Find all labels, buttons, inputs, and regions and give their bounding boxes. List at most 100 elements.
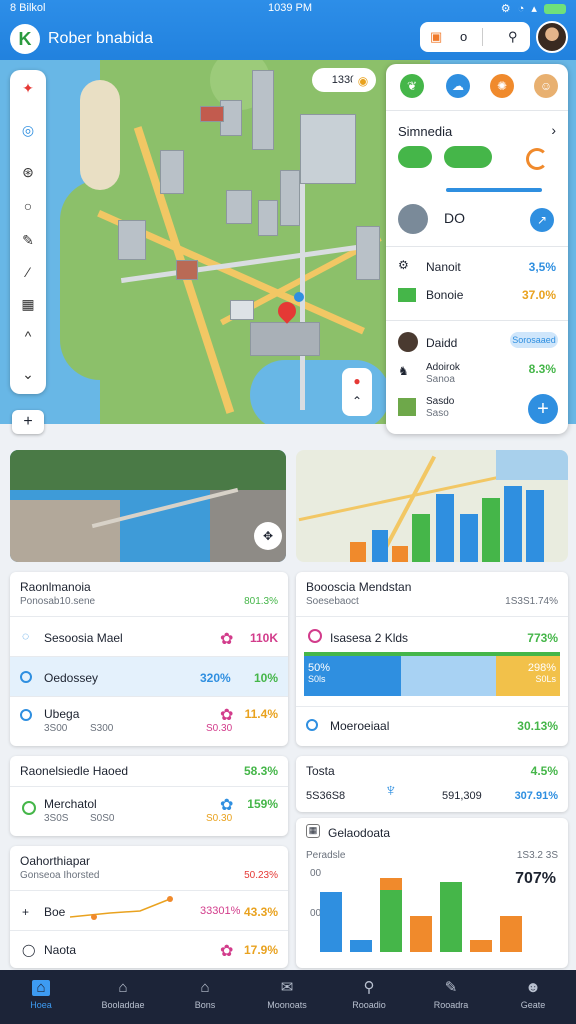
nav-item-6[interactable]: ✎ Rooadra — [410, 970, 492, 1024]
nav-item-4[interactable]: ✉ Moonoats — [246, 970, 328, 1024]
sun-icon[interactable]: ✺ — [490, 74, 514, 98]
toggle-switch[interactable] — [398, 146, 432, 168]
panel-item-value: 3,5% — [528, 260, 556, 274]
grid-icon[interactable]: ▦ — [18, 294, 38, 314]
list-item[interactable]: ◯ Naota ✿ 17.9% — [10, 930, 288, 968]
contact-avatar — [398, 332, 418, 352]
card-title: Raonlmanoia — [20, 580, 91, 594]
search-icon[interactable]: ⚲ — [508, 29, 518, 45]
card-title: Tosta — [306, 764, 335, 778]
bar-1-s1 — [320, 892, 342, 952]
draw-icon[interactable]: ✎ — [18, 230, 38, 250]
divider — [386, 246, 568, 247]
fullscreen-icon[interactable]: ✥ — [254, 522, 282, 550]
card-subvalue: 801.3% — [244, 596, 278, 607]
total-a: 5S36S8 — [306, 790, 346, 802]
status-icons: ⚙ ◔ ▴ — [501, 2, 566, 15]
row-label: Oedossey — [44, 671, 99, 685]
divider — [386, 110, 568, 111]
chevron-up-icon[interactable]: ^ — [18, 326, 38, 346]
nav-icon: ⌂ — [200, 979, 210, 996]
progress-ring — [526, 148, 548, 170]
list-item[interactable]: Merchatol 3S0S S0S0 ✿ 159% S0.30 — [10, 786, 288, 836]
measure-icon[interactable]: ⁄ — [18, 262, 38, 282]
trend-line — [70, 896, 173, 920]
nav-item-1[interactable]: ⌂ Hoea — [0, 970, 82, 1024]
header-toolbar: ▣ o ⚲ — [420, 22, 530, 52]
nav-icon: ✉ — [280, 979, 294, 996]
app-logo[interactable]: K — [10, 24, 40, 54]
pin-outline-icon[interactable]: ○ — [18, 196, 38, 216]
list-item[interactable]: Moeroeiaal 30.13% — [296, 706, 568, 746]
circle-icon: ◯ — [22, 943, 36, 957]
chevron-right-icon[interactable]: › — [551, 122, 556, 138]
nav-label: Booladdae — [101, 1000, 145, 1010]
card-title: Gelaodoata — [328, 826, 391, 840]
toggle-icon[interactable]: o — [460, 29, 467, 44]
row-value: 773% — [527, 631, 558, 645]
gear-icon: ⚙ — [398, 258, 409, 272]
map-control[interactable]: ● ⌃ — [342, 368, 372, 416]
chevron-down-icon[interactable]: ⌄ — [18, 364, 38, 384]
leaf-icon[interactable]: ❦ — [400, 74, 424, 98]
progress-bar — [446, 188, 542, 192]
list-item[interactable]: ◌ Sesoosia Mael ✿ 110K — [10, 616, 288, 656]
aerial-thumbnail[interactable]: ✥ — [10, 450, 286, 562]
overview-panel: ❦ ☁ ✺ ☺ Simnedia › DO ↗ ⚙ Nanoit 3,5% Bo… — [386, 64, 568, 434]
list-item[interactable]: + Boe 33301% 43.3% — [10, 890, 288, 930]
map-tool-rail: ✦ ◎ ⊛ ○ ✎ ⁄ ▦ ^ ⌄ — [10, 70, 46, 394]
bar-mark — [372, 530, 388, 562]
add-button[interactable]: + — [528, 394, 558, 424]
bar-segment — [401, 656, 496, 696]
nav-item-2[interactable]: ⌂ Booladdae — [82, 970, 164, 1024]
card-subvalue: 1S3.2 3S — [516, 850, 558, 861]
bar-mark — [350, 542, 366, 562]
arrow-icon[interactable]: ↗ — [530, 208, 554, 232]
card-title: Oahorthiapar — [20, 854, 91, 868]
row-value-2: 10% — [253, 671, 278, 685]
cluster-icon: ✿ — [220, 707, 234, 724]
profile-icon[interactable]: ☺ — [534, 74, 558, 98]
target-icon[interactable]: ⊛ — [18, 162, 38, 182]
metrics-card: Raonlmanoia Ponosab10.sene 801.3% ◌ Seso… — [10, 572, 288, 746]
building — [200, 106, 224, 122]
nav-label: Hoea — [30, 1000, 52, 1010]
toggle-pill[interactable] — [444, 146, 492, 168]
user-avatar[interactable] — [536, 21, 568, 53]
compass-icon[interactable]: ◎ — [18, 120, 38, 140]
row-sub: 3S00 — [44, 723, 68, 734]
bar-2-s1 — [350, 940, 372, 952]
bar-4-s1 — [410, 916, 432, 952]
chart-icon: ▦ — [306, 824, 320, 838]
layers-icon[interactable]: ✦ — [18, 78, 38, 98]
stat-value: 8.3% — [528, 362, 556, 376]
total-b: 591,309 — [442, 790, 482, 802]
row-value: 30.13% — [517, 719, 558, 733]
list-item[interactable]: Ubega 3S00 S300 ✿ 11.4% S0.30 — [10, 696, 288, 746]
photo-icon — [398, 398, 416, 416]
row-label: Sesoosia Mael — [44, 631, 123, 645]
list-item[interactable]: Oedossey 320% 10% — [10, 656, 288, 696]
bar-mark — [482, 498, 500, 562]
map-chart-thumbnail[interactable] — [296, 450, 568, 562]
cluster-icon: ✿ — [220, 631, 234, 648]
bookmark-icon[interactable]: ▣ — [430, 29, 442, 45]
card-value: 58.3% — [243, 764, 278, 778]
nav-label: Bons — [194, 1000, 216, 1010]
summary-card: Raonelsiedle Haoed 58.3% Merchatol 3S0S … — [10, 756, 288, 836]
panel-metric: DO — [444, 210, 465, 226]
cloud-icon[interactable]: ☁ — [446, 74, 470, 98]
status-badge: Sorosaaed — [510, 332, 558, 348]
bar-chart — [320, 878, 522, 952]
nav-item-7[interactable]: ☻ Geate — [492, 970, 574, 1024]
bar-segment: 50% S0ls — [304, 656, 402, 696]
nav-item-3[interactable]: ⌂ Bons — [164, 970, 246, 1024]
zoom-in-button[interactable]: + — [12, 410, 44, 434]
bar-3-s2 — [380, 878, 402, 890]
segment-sub: S0ls — [308, 674, 326, 684]
stacked-bar: 50% S0ls 298% S0Ls — [304, 656, 560, 696]
map-marker-icon[interactable]: ◉ — [352, 70, 374, 92]
list-item[interactable]: Isasesa 2 Klds 773% — [296, 616, 568, 656]
bar-mark — [392, 546, 408, 562]
nav-item-5[interactable]: ⚲ Rooadio — [328, 970, 410, 1024]
